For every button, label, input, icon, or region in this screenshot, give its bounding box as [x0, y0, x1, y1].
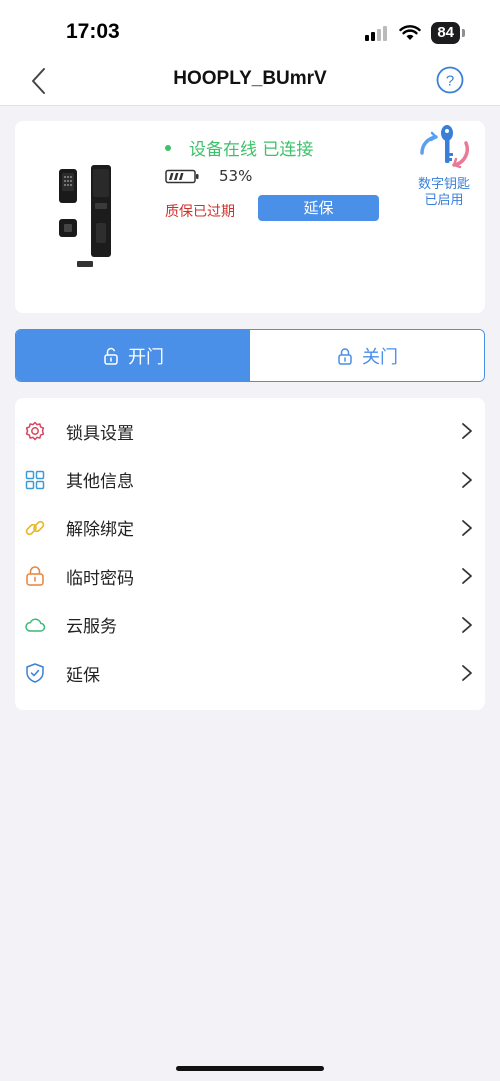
device-battery-row: 53%	[165, 167, 252, 185]
device-card: 设备在线 已连接 53% 质保已过期 延保 数字钥匙 已启用	[15, 121, 485, 313]
smart-lock-product-image	[59, 165, 111, 267]
menu-label: 临时密码	[66, 568, 134, 589]
online-status-text: 设备在线 已连接	[189, 140, 314, 160]
chevron-right-icon	[462, 520, 472, 536]
wifi-icon	[399, 25, 422, 40]
unlock-icon	[104, 347, 118, 365]
menu-item-extended-warranty[interactable]: 延保	[15, 649, 485, 697]
online-dot	[165, 144, 171, 151]
gear-icon	[25, 421, 45, 441]
menu-label: 延保	[66, 665, 100, 686]
status-bar: 17:03 84	[0, 0, 500, 60]
lock-icon	[338, 347, 352, 365]
battery-icon	[165, 169, 199, 183]
online-status-row: 设备在线 已连接	[165, 135, 313, 160]
digital-key-badge[interactable]: 数字钥匙 已启用	[409, 123, 479, 209]
home-indicator	[176, 1066, 324, 1071]
menu-item-lock-settings[interactable]: 锁具设置	[15, 407, 485, 455]
nav-bar: HOOPLY_BUmrV ?	[0, 60, 500, 106]
menu-label: 云服务	[66, 617, 117, 638]
digital-key-icon	[420, 125, 470, 169]
battery-segment	[179, 172, 184, 180]
status-time: 17:03	[66, 20, 120, 43]
menu-item-unbind[interactable]: 解除绑定	[15, 504, 485, 552]
menu-label: 解除绑定	[66, 520, 134, 541]
svg-text:?: ?	[446, 73, 454, 90]
battery-indicator: 84	[431, 22, 465, 44]
warranty-status: 质保已过期	[165, 204, 235, 220]
close-door-label: 关门	[362, 346, 398, 368]
battery-segment	[174, 172, 179, 180]
menu-label: 其他信息	[66, 472, 134, 493]
page-title: HOOPLY_BUmrV	[173, 68, 327, 89]
chevron-right-icon	[462, 616, 472, 633]
menu-item-other-info[interactable]: 其他信息	[15, 455, 485, 503]
menu-item-cloud-service[interactable]: 云服务	[15, 601, 485, 649]
status-icons: 84	[365, 22, 465, 44]
cloud-icon	[25, 618, 46, 632]
open-door-button[interactable]: 开门	[16, 330, 250, 381]
battery-percent: 53%	[219, 167, 253, 185]
chevron-right-icon	[462, 423, 472, 440]
digital-key-status: 已启用	[424, 193, 464, 208]
menu-item-temp-password[interactable]: 临时密码	[15, 552, 485, 600]
grid-icon	[25, 470, 45, 489]
chevron-right-icon	[462, 665, 472, 682]
cellular-signal-icon	[365, 26, 388, 41]
help-icon[interactable]: ?	[435, 65, 465, 95]
chevron-right-icon	[462, 568, 472, 585]
menu-label: 锁具设置	[66, 423, 134, 444]
digital-key-label: 数字钥匙	[417, 177, 470, 192]
door-toggle: 开门 关门	[15, 329, 485, 382]
shield-icon	[26, 663, 44, 683]
lock-icon	[26, 566, 44, 587]
settings-menu: 锁具设置 其他信息 解除绑定 临时密码 云服务 延保	[15, 398, 485, 710]
chevron-right-icon	[462, 471, 472, 488]
battery-segment	[169, 172, 174, 180]
open-door-label: 开门	[128, 346, 164, 368]
link-icon	[25, 520, 45, 536]
extend-warranty-button[interactable]: 延保	[258, 195, 379, 221]
close-door-button[interactable]: 关门	[250, 330, 484, 381]
